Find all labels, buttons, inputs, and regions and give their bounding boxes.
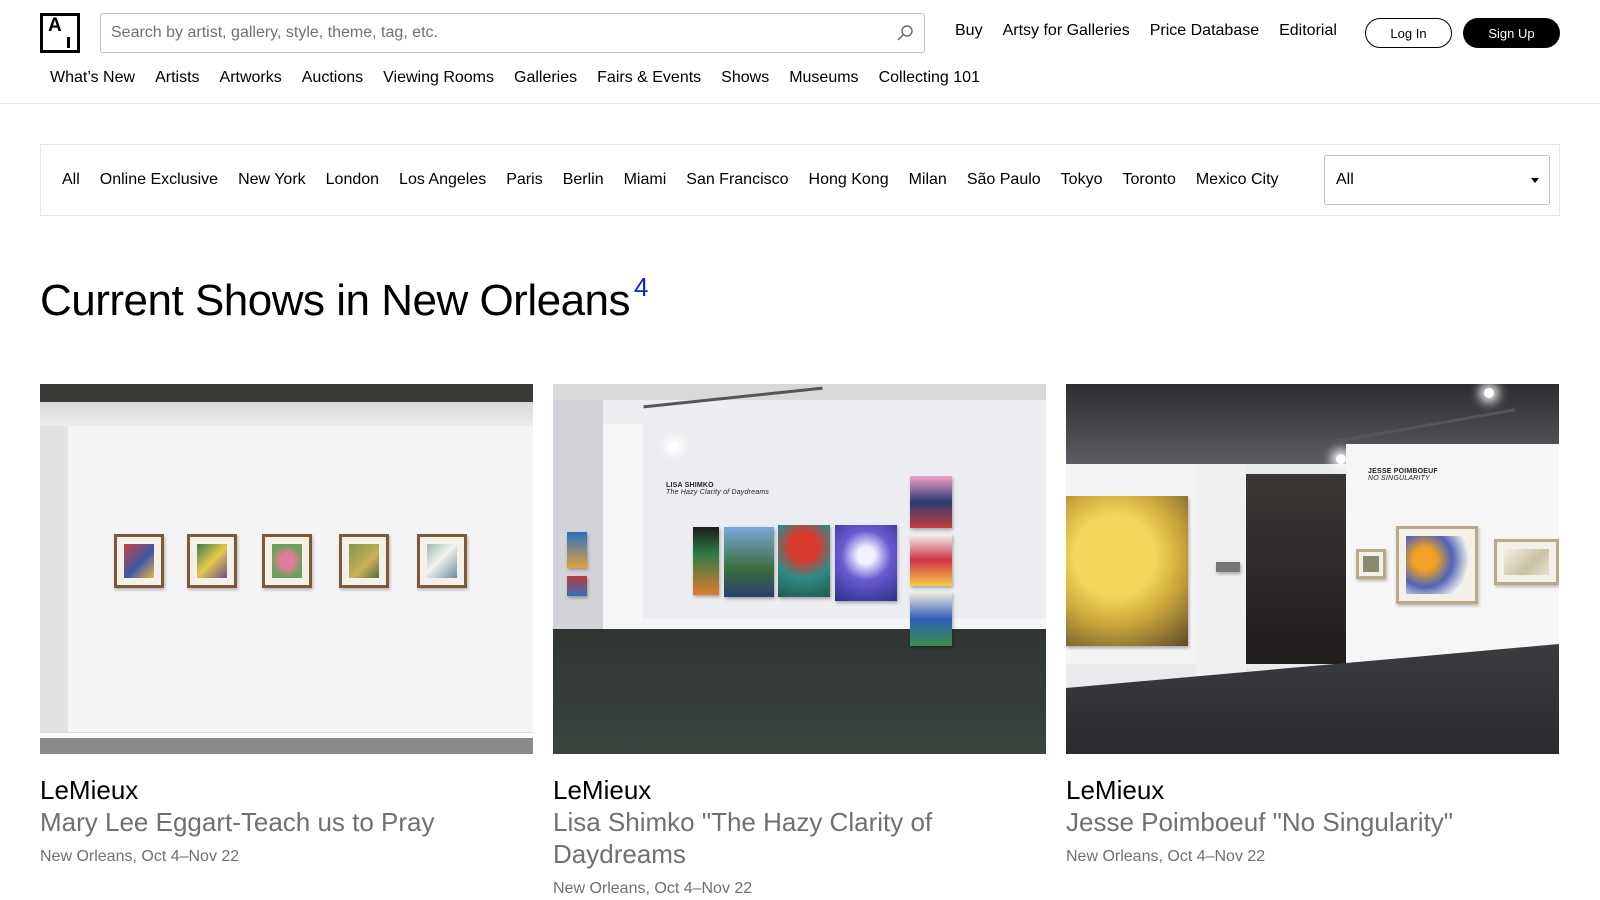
artwork-frame [339, 534, 389, 588]
artwork-frame [187, 534, 237, 588]
artwork [567, 532, 587, 568]
wall-title: JESSE POIMBOEUF NO SINGULARITY [1368, 468, 1438, 482]
caret-down-icon [1531, 178, 1539, 183]
nav-shows[interactable]: Shows [721, 69, 769, 87]
artwork [693, 527, 719, 595]
wall-subtitle-text: The Hazy Clarity of Daydreams [666, 489, 770, 496]
show-image[interactable]: LISA SHIMKO The Hazy Clarity of Daydreams [553, 384, 1046, 754]
show-title: Jesse Poimboeuf "No Singularity" [1066, 807, 1453, 837]
login-button[interactable]: Log In [1365, 18, 1452, 48]
buy-link[interactable]: Buy [955, 22, 983, 40]
show-count: 4 [634, 272, 648, 302]
city-filter-bar: All Online Exclusive New York London Los… [40, 144, 1560, 216]
city-tab-all[interactable]: All [62, 171, 80, 189]
city-select[interactable]: All [1324, 155, 1550, 205]
show-card[interactable]: LeMieux Mary Lee Eggart-Teach us to Pray… [40, 384, 533, 898]
city-tab-san-francisco[interactable]: San Francisco [686, 171, 788, 189]
nav-viewing-rooms[interactable]: Viewing Rooms [383, 69, 494, 87]
search-input[interactable] [111, 14, 881, 52]
page-title-text: Current Shows in New Orleans [40, 276, 631, 325]
nav-museums[interactable]: Museums [789, 69, 858, 87]
page-title: Current Shows in New Orleans 4 [40, 272, 648, 326]
artwork [910, 534, 952, 586]
price-database-link[interactable]: Price Database [1150, 22, 1259, 40]
city-tab-london[interactable]: London [326, 171, 379, 189]
city-tab-paris[interactable]: Paris [506, 171, 542, 189]
artwork-frame [1356, 549, 1386, 579]
artwork-frame [417, 534, 467, 588]
show-card[interactable]: JESSE POIMBOEUF NO SINGULARITY LeMieux Je… [1066, 384, 1559, 898]
show-gallery: LeMieux [40, 775, 139, 805]
artwork [910, 592, 952, 646]
wall-title-text: LISA SHIMKO [666, 482, 714, 489]
city-tab-berlin[interactable]: Berlin [563, 171, 604, 189]
show-meta: New Orleans, Oct 4–Nov 22 [1066, 848, 1266, 865]
city-tab-sao-paulo[interactable]: São Paulo [967, 171, 1041, 189]
artwork [778, 525, 830, 597]
show-meta: New Orleans, Oct 4–Nov 22 [40, 848, 240, 865]
show-image[interactable]: JESSE POIMBOEUF NO SINGULARITY [1066, 384, 1559, 754]
top-links: Buy Artsy for Galleries Price Database E… [955, 22, 1337, 40]
city-tab-tokyo[interactable]: Tokyo [1061, 171, 1103, 189]
nav-fairs-events[interactable]: Fairs & Events [597, 69, 701, 87]
artwork-frame [1494, 539, 1559, 585]
main-nav: What’s New Artists Artworks Auctions Vie… [50, 69, 980, 87]
nav-artists[interactable]: Artists [155, 69, 199, 87]
artsy-for-galleries-link[interactable]: Artsy for Galleries [1003, 22, 1130, 40]
artsy-logo[interactable]: A [40, 13, 80, 53]
search-icon[interactable] [896, 24, 914, 42]
show-image[interactable] [40, 384, 533, 754]
editorial-link[interactable]: Editorial [1279, 22, 1337, 40]
artwork-frame [114, 534, 164, 588]
show-grid: LeMieux Mary Lee Eggart-Teach us to Pray… [40, 384, 1560, 898]
city-tab-milan[interactable]: Milan [909, 171, 947, 189]
search-box[interactable] [100, 13, 925, 53]
city-tab-toronto[interactable]: Toronto [1122, 171, 1175, 189]
artwork [835, 525, 897, 601]
nav-auctions[interactable]: Auctions [302, 69, 363, 87]
city-tab-los-angeles[interactable]: Los Angeles [399, 171, 486, 189]
nav-artworks[interactable]: Artworks [220, 69, 282, 87]
city-tab-online-exclusive[interactable]: Online Exclusive [100, 171, 218, 189]
show-title: Lisa Shimko "The Hazy Clarity of Daydrea… [553, 807, 933, 869]
show-gallery: LeMieux [553, 775, 652, 805]
nav-whats-new[interactable]: What’s New [50, 69, 135, 87]
nav-collecting-101[interactable]: Collecting 101 [879, 69, 980, 87]
artwork-frame [262, 534, 312, 588]
site-header: A Buy Artsy for Galleries Price Database… [0, 0, 1600, 104]
artwork [910, 476, 952, 528]
wall-title: LISA SHIMKO The Hazy Clarity of Daydreams [666, 482, 769, 496]
city-tab-mexico-city[interactable]: Mexico City [1196, 171, 1279, 189]
artwork [567, 576, 587, 596]
city-select-value: All [1336, 171, 1354, 188]
show-title: Mary Lee Eggart-Teach us to Pray [40, 807, 435, 837]
show-meta: New Orleans, Oct 4–Nov 22 [553, 880, 753, 897]
city-tabs: All Online Exclusive New York London Los… [62, 171, 1346, 189]
wall-subtitle-text: NO SINGULARITY [1368, 475, 1430, 482]
signup-button[interactable]: Sign Up [1463, 18, 1560, 48]
artwork [724, 527, 774, 597]
artwork [1216, 562, 1240, 572]
nav-galleries[interactable]: Galleries [514, 69, 577, 87]
city-tab-hong-kong[interactable]: Hong Kong [809, 171, 889, 189]
show-card[interactable]: LISA SHIMKO The Hazy Clarity of Daydreams… [553, 384, 1046, 898]
show-gallery: LeMieux [1066, 775, 1165, 805]
artwork [1066, 496, 1188, 646]
artwork-frame [1396, 526, 1478, 604]
wall-title-text: JESSE POIMBOEUF [1368, 468, 1438, 475]
city-tab-new-york[interactable]: New York [238, 171, 306, 189]
city-tab-miami[interactable]: Miami [624, 171, 667, 189]
